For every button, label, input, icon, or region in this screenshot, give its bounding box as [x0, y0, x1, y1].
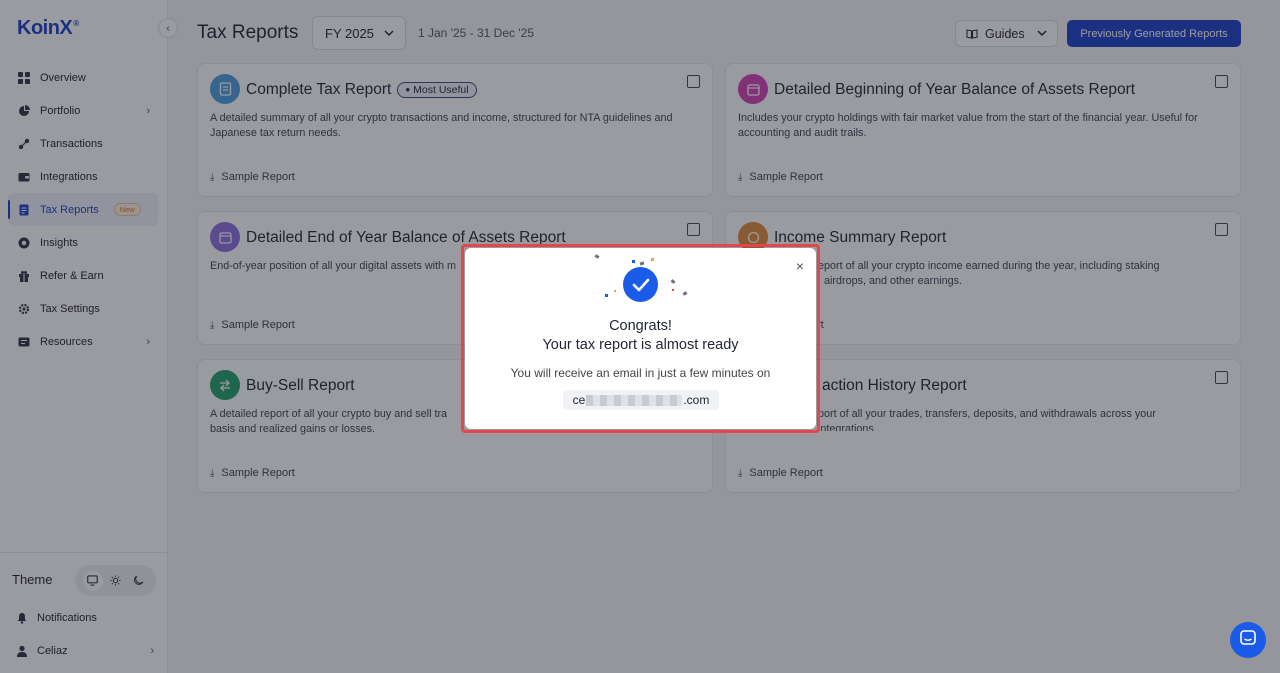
- modal-subheading: Your tax report is almost ready: [542, 337, 739, 353]
- confetti-icon: [632, 260, 635, 263]
- confetti-icon: [639, 261, 645, 266]
- confetti-icon: [594, 254, 600, 259]
- modal-body-text: You will receive an email in just a few …: [510, 366, 771, 380]
- confetti-icon: [651, 258, 654, 261]
- report-ready-modal: × Congrats! Your tax report is almost re…: [465, 248, 816, 429]
- confetti-icon: [670, 279, 676, 284]
- email-suffix: .com: [683, 393, 710, 407]
- confetti-icon: [672, 289, 674, 291]
- close-icon[interactable]: ×: [796, 258, 804, 274]
- chat-support-button[interactable]: [1230, 622, 1266, 658]
- chat-icon: [1240, 629, 1256, 651]
- success-check-icon: [623, 267, 658, 302]
- confetti-icon: [605, 294, 608, 297]
- confetti-icon: [614, 290, 616, 292]
- email-chip: ce .com: [563, 390, 719, 410]
- modal-heading: Congrats!: [609, 318, 672, 334]
- email-prefix: ce: [572, 393, 586, 407]
- confetti-icon: [682, 291, 688, 296]
- email-redaction: [586, 394, 683, 406]
